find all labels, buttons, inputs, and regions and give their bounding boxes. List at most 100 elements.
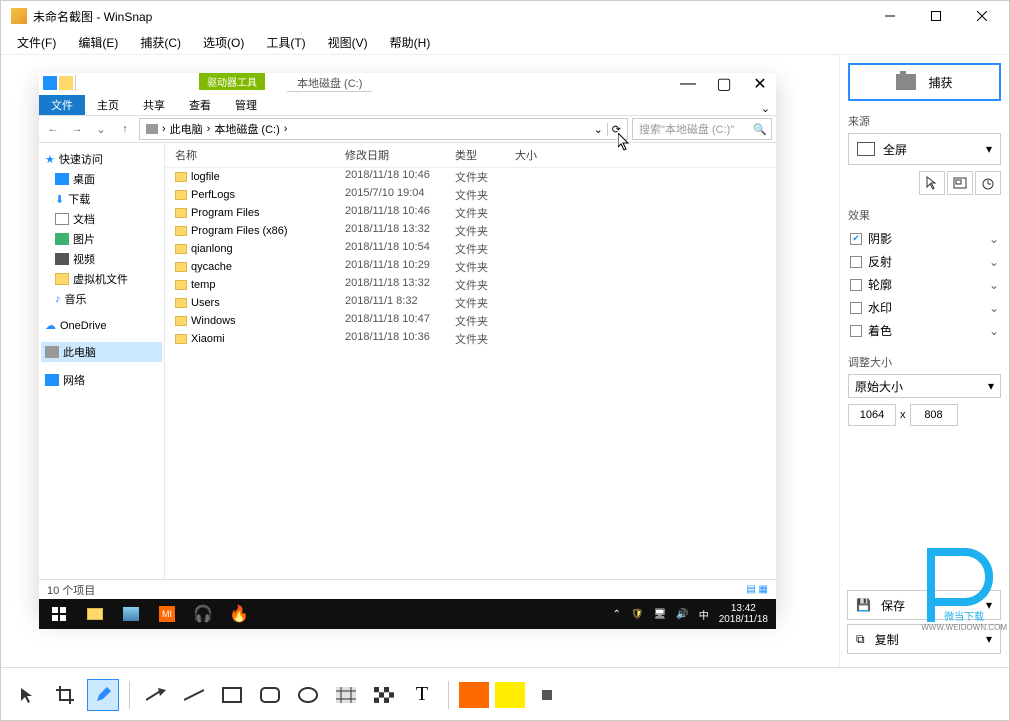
- tool-arrow[interactable]: [140, 679, 172, 711]
- explorer-close-icon[interactable]: ✕: [746, 75, 774, 93]
- tray-clock[interactable]: 13:42 2018/11/18: [719, 603, 768, 625]
- chevron-down-icon[interactable]: ⌄: [989, 232, 999, 246]
- canvas-area[interactable]: 文件 主页 共享 查看 管理 驱动器工具 本地磁盘 (C:) — ▢ ✕ ⌄ ←: [1, 55, 839, 667]
- col-type[interactable]: 类型: [455, 147, 515, 163]
- menu-edit[interactable]: 编辑(E): [70, 32, 126, 53]
- taskbar-headset-icon[interactable]: 🎧: [185, 599, 221, 629]
- nav-videos[interactable]: 视频: [41, 249, 162, 269]
- nav-documents[interactable]: 文档: [41, 209, 162, 229]
- resize-dropdown[interactable]: 原始大小▾: [848, 374, 1001, 398]
- effect-outline[interactable]: 轮廓⌄: [848, 273, 1001, 296]
- table-row[interactable]: Xiaomi2018/11/18 10:36文件夹: [165, 330, 776, 348]
- ribbon-expand-icon[interactable]: ⌄: [761, 102, 770, 115]
- menu-view[interactable]: 视图(V): [320, 32, 376, 53]
- table-row[interactable]: Users2018/11/1 8:32文件夹: [165, 294, 776, 312]
- table-row[interactable]: Windows2018/11/18 10:47文件夹: [165, 312, 776, 330]
- col-size[interactable]: 大小: [515, 147, 575, 163]
- tool-pen[interactable]: [87, 679, 119, 711]
- taskbar-flame-icon[interactable]: 🔥: [221, 599, 257, 629]
- table-row[interactable]: logfile2018/11/18 10:46文件夹: [165, 168, 776, 186]
- breadcrumb-pc[interactable]: 此电脑: [170, 121, 203, 137]
- tray-volume-icon[interactable]: 🔊: [676, 609, 688, 620]
- chevron-down-icon[interactable]: ▾: [986, 632, 992, 646]
- chevron-down-icon[interactable]: ▾: [986, 598, 992, 612]
- ribbon-tab-file[interactable]: 文件: [39, 95, 85, 115]
- chevron-down-icon[interactable]: ⌄: [989, 301, 999, 315]
- refresh-icon[interactable]: ⟳: [607, 123, 621, 136]
- effect-reflect[interactable]: 反射⌄: [848, 250, 1001, 273]
- col-date[interactable]: 修改日期: [345, 147, 455, 163]
- capture-button[interactable]: 捕获: [848, 63, 1001, 101]
- nav-recent-icon[interactable]: ⌄: [91, 123, 111, 136]
- tool-rect[interactable]: [216, 679, 248, 711]
- ribbon-tab-home[interactable]: 主页: [85, 95, 131, 115]
- source-dropdown[interactable]: 全屏 ▾: [848, 133, 1001, 165]
- tool-crop[interactable]: [49, 679, 81, 711]
- pointer-mode-icon[interactable]: [919, 171, 945, 195]
- tray-ime-icon[interactable]: 中: [699, 607, 709, 622]
- nav-forward-icon[interactable]: →: [67, 123, 87, 135]
- menu-options[interactable]: 选项(O): [195, 32, 252, 53]
- tool-text[interactable]: T: [406, 679, 438, 711]
- col-name[interactable]: 名称: [165, 147, 345, 163]
- nav-quick-access[interactable]: ★快速访问: [41, 149, 162, 169]
- menu-tools[interactable]: 工具(T): [258, 32, 313, 53]
- effect-colorize[interactable]: 着色⌄: [848, 319, 1001, 342]
- nav-pictures[interactable]: 图片: [41, 229, 162, 249]
- explorer-search-input[interactable]: 搜索"本地磁盘 (C:)" 🔍: [632, 118, 772, 140]
- explorer-minimize-icon[interactable]: —: [674, 75, 702, 93]
- timer-mode-icon[interactable]: [975, 171, 1001, 195]
- taskbar-mi-icon[interactable]: MI: [149, 599, 185, 629]
- explorer-location-tab[interactable]: 本地磁盘 (C:): [287, 73, 372, 92]
- close-button[interactable]: [959, 1, 1005, 31]
- breadcrumb-drive[interactable]: 本地磁盘 (C:): [214, 121, 279, 137]
- tray-shield-icon[interactable]: 🛡: [631, 609, 644, 620]
- nav-music[interactable]: ♪音乐: [41, 289, 162, 309]
- nav-onedrive[interactable]: ☁OneDrive: [41, 317, 162, 334]
- height-input[interactable]: [910, 404, 958, 426]
- nav-up-icon[interactable]: ↑: [115, 123, 135, 135]
- table-row[interactable]: PerfLogs2015/7/10 19:04文件夹: [165, 186, 776, 204]
- chevron-down-icon[interactable]: ⌄: [989, 278, 999, 292]
- color-swatch-orange[interactable]: [459, 682, 489, 708]
- taskbar-app-icon[interactable]: [113, 599, 149, 629]
- table-row[interactable]: qianlong2018/11/18 10:54文件夹: [165, 240, 776, 258]
- explorer-maximize-icon[interactable]: ▢: [710, 75, 738, 93]
- color-swatch-yellow[interactable]: [495, 682, 525, 708]
- save-button[interactable]: 💾保存▾: [847, 590, 1001, 620]
- tool-rounded-rect[interactable]: [254, 679, 286, 711]
- nav-network[interactable]: 网络: [41, 370, 162, 390]
- taskbar-explorer-icon[interactable]: [77, 599, 113, 629]
- tool-line[interactable]: [178, 679, 210, 711]
- breadcrumb[interactable]: › 此电脑 › 本地磁盘 (C:) › ⌄ ⟳: [139, 118, 628, 140]
- nav-back-icon[interactable]: ←: [43, 123, 63, 135]
- start-button[interactable]: [41, 599, 77, 629]
- ribbon-tab-view[interactable]: 查看: [177, 95, 223, 115]
- tray-network-icon[interactable]: 🖥: [654, 609, 667, 620]
- menu-help[interactable]: 帮助(H): [382, 32, 439, 53]
- chevron-down-icon[interactable]: ⌄: [989, 255, 999, 269]
- effect-watermark[interactable]: 水印⌄: [848, 296, 1001, 319]
- nav-this-pc[interactable]: 此电脑: [41, 342, 162, 362]
- menu-file[interactable]: 文件(F): [9, 32, 64, 53]
- view-mode-icons[interactable]: ▤ ▦: [746, 584, 768, 595]
- nav-desktop[interactable]: 桌面: [41, 169, 162, 189]
- ribbon-tab-manage[interactable]: 管理: [223, 95, 269, 115]
- table-row[interactable]: Program Files (x86)2018/11/18 13:32文件夹: [165, 222, 776, 240]
- maximize-button[interactable]: [913, 1, 959, 31]
- nav-vm[interactable]: 虚拟机文件: [41, 269, 162, 289]
- table-row[interactable]: Program Files2018/11/18 10:46文件夹: [165, 204, 776, 222]
- nav-downloads[interactable]: ⬇下载: [41, 189, 162, 209]
- copy-button[interactable]: ⧉复制▾: [847, 624, 1001, 654]
- stroke-width-picker[interactable]: [531, 679, 563, 711]
- tool-pointer[interactable]: [11, 679, 43, 711]
- tray-up-icon[interactable]: ⌃: [612, 609, 620, 620]
- ribbon-tab-share[interactable]: 共享: [131, 95, 177, 115]
- object-mode-icon[interactable]: [947, 171, 973, 195]
- width-input[interactable]: [848, 404, 896, 426]
- table-row[interactable]: temp2018/11/18 13:32文件夹: [165, 276, 776, 294]
- ribbon-tool-context[interactable]: 驱动器工具: [199, 73, 265, 90]
- chevron-down-icon[interactable]: ⌄: [989, 324, 999, 338]
- table-row[interactable]: qycache2018/11/18 10:29文件夹: [165, 258, 776, 276]
- tool-highlight[interactable]: [330, 679, 362, 711]
